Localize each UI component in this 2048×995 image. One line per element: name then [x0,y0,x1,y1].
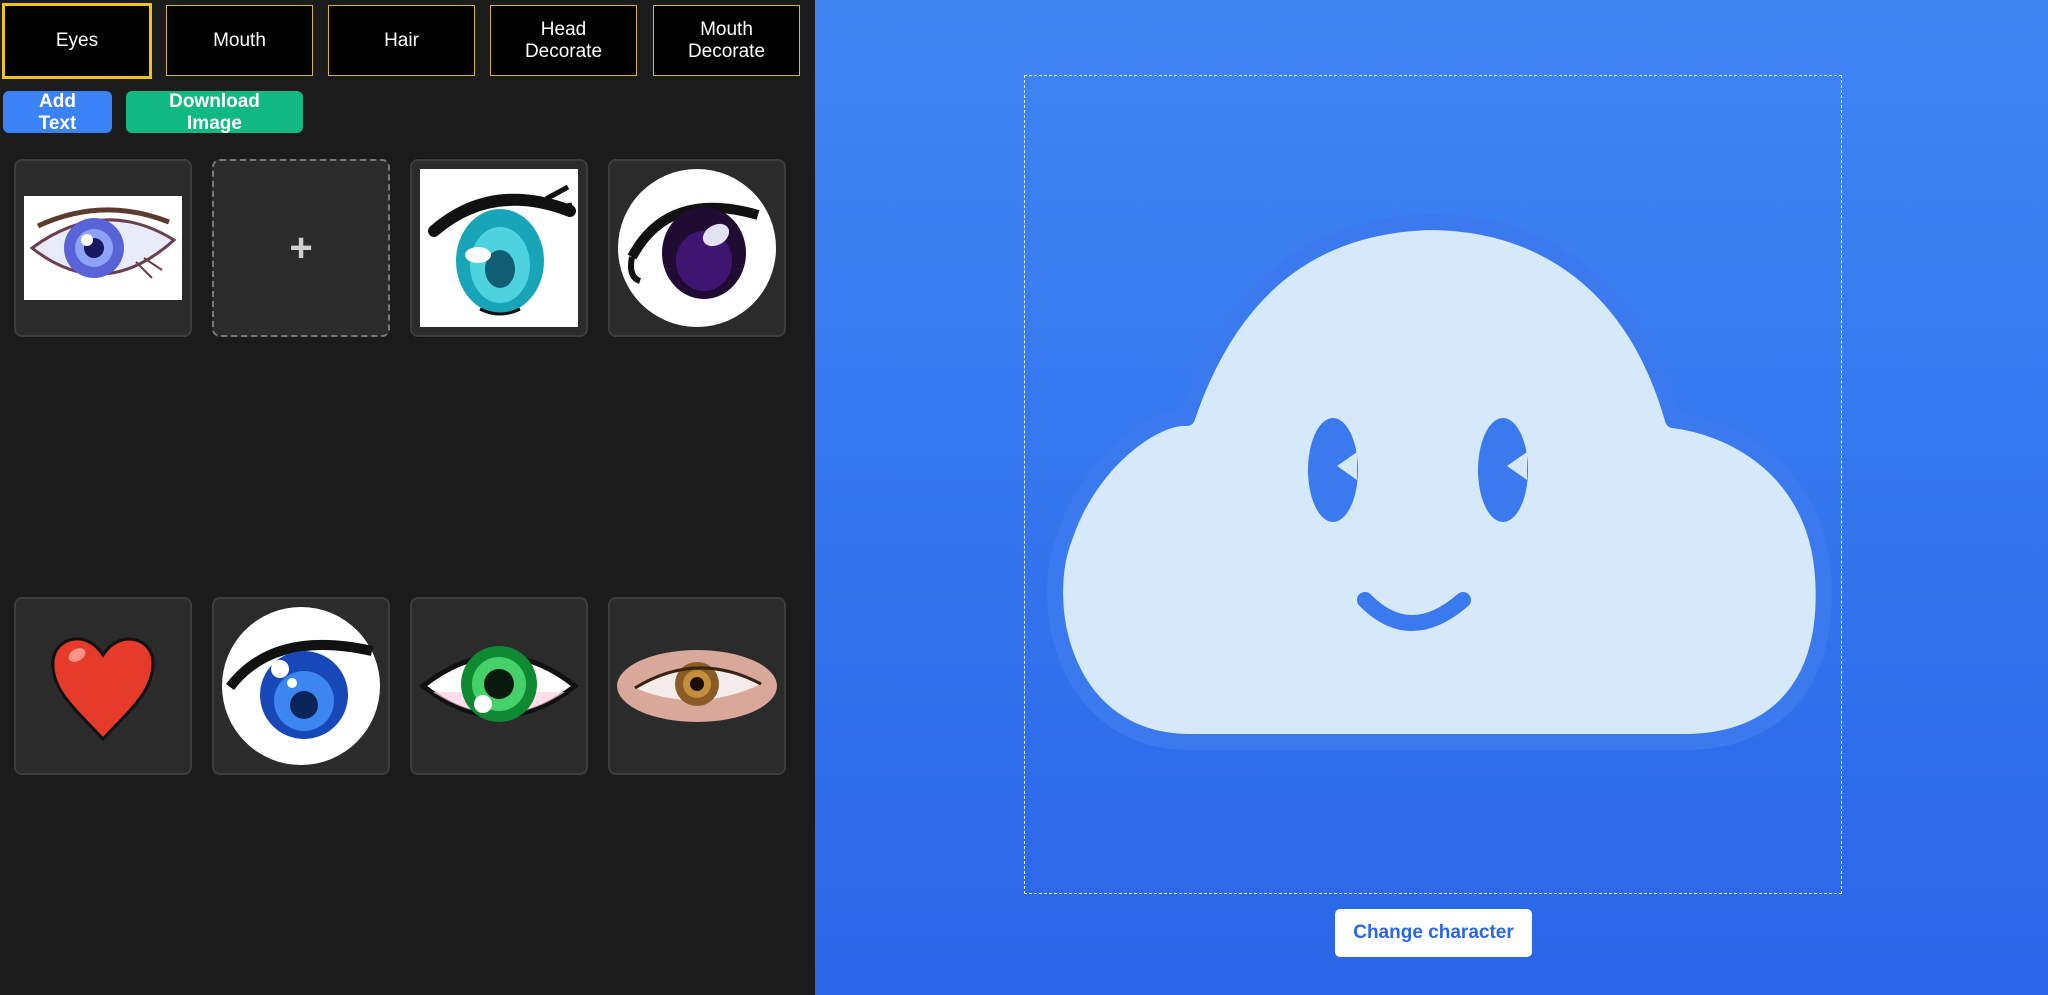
realistic-brown-eye-icon [617,650,777,722]
cloud-character-icon [1047,214,1832,750]
editor-sidebar: Eyes Mouth Hair Head Decorate Mouth Deco… [0,0,815,995]
green-cartoon-eye-icon [419,646,579,722]
tab-eyes-label: Eyes [55,30,99,51]
add-text-button[interactable]: Add Text [3,91,112,134]
tab-mouth[interactable]: Mouth [166,5,313,76]
gallery-item[interactable] [410,597,588,775]
tab-head-decorate[interactable]: Head Decorate [490,5,637,76]
download-image-button[interactable]: Download Image [126,91,303,134]
purple-anime-eye-icon [618,169,776,327]
gallery-item[interactable] [14,159,192,337]
add-image-button[interactable]: + [212,159,390,337]
tab-hair-label: Hair [384,29,419,51]
character-canvas[interactable] [1024,75,1842,894]
canvas-panel: Change character [815,0,2048,995]
tab-mouth-decorate-label: Mouth Decorate [687,18,766,62]
gallery-item[interactable] [410,159,588,337]
tab-mouth-label: Mouth [213,29,266,51]
realistic-blue-eye-icon [24,196,182,300]
tab-eyes[interactable]: Eyes [2,3,152,79]
gallery-item[interactable] [608,159,786,337]
tab-mouth-decorate[interactable]: Mouth Decorate [653,5,800,76]
heart-icon [51,637,155,742]
plus-icon: + [289,226,313,270]
tab-head-decorate-label: Head Decorate [524,18,603,62]
gallery-item[interactable] [608,597,786,775]
blue-anime-eye-icon [222,607,380,765]
anime-teal-eye-icon [420,169,578,327]
tab-hair[interactable]: Hair [328,5,475,76]
change-character-button[interactable]: Change character [1335,909,1532,957]
category-tabs: Eyes Mouth Hair Head Decorate Mouth Deco… [0,3,815,79]
gallery-item[interactable] [212,597,390,775]
gallery-item[interactable] [14,597,192,775]
